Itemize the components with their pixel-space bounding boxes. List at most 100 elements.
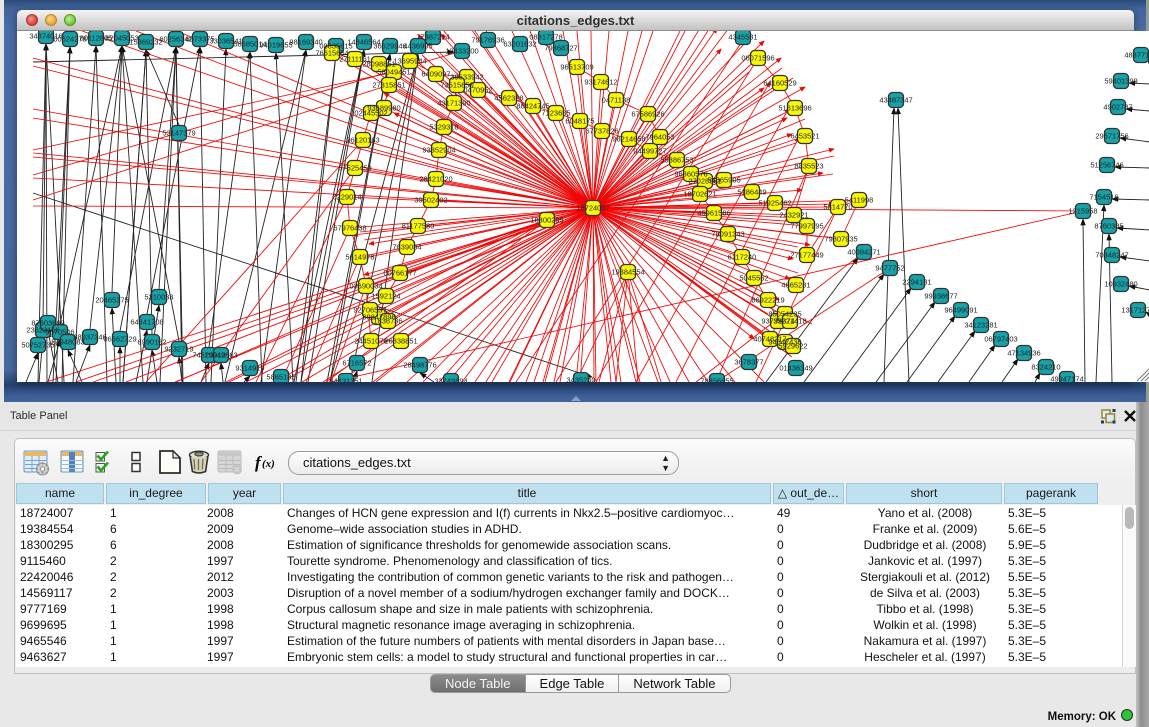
svg-text:98169340: 98169340: [289, 38, 322, 47]
svg-text:67976438: 67976438: [333, 224, 366, 233]
svg-text:43171390: 43171390: [437, 99, 470, 108]
svg-text:1592124: 1592124: [371, 292, 400, 301]
svg-text:33749894: 33749894: [434, 377, 467, 383]
svg-text:33221418: 33221418: [773, 317, 806, 326]
svg-text:19384554: 19384554: [611, 268, 644, 277]
svg-text:54948083: 54948083: [51, 338, 84, 347]
svg-text:00766177: 00766177: [383, 269, 416, 278]
svg-text:18300295: 18300295: [530, 216, 563, 225]
svg-text:67586926: 67586926: [631, 110, 664, 119]
svg-text:77997995: 77997995: [790, 222, 823, 231]
svg-text:67525459: 67525459: [338, 164, 371, 173]
svg-text:87603669: 87603669: [31, 319, 64, 328]
svg-text:5411998: 5411998: [845, 196, 874, 205]
svg-text:13433200: 13433200: [445, 47, 478, 56]
svg-text:51925462: 51925462: [758, 199, 791, 208]
svg-text:47134936: 47134936: [1007, 349, 1040, 358]
svg-text:2294131: 2294131: [902, 278, 931, 287]
svg-text:5045562: 5045562: [739, 274, 768, 283]
svg-text:04499727: 04499727: [633, 147, 666, 156]
svg-text:13695944: 13695944: [393, 57, 426, 66]
svg-text:96120183: 96120183: [346, 136, 379, 145]
svg-text:02445502: 02445502: [354, 109, 387, 118]
svg-text:45961586: 45961586: [697, 209, 730, 218]
svg-text:3435240: 3435240: [566, 376, 595, 383]
svg-text:44431351: 44431351: [329, 377, 362, 383]
svg-text:6990162: 6990162: [137, 338, 166, 347]
svg-text:6409097: 6409097: [421, 70, 450, 79]
svg-text:73515850: 73515850: [440, 81, 473, 90]
svg-text:8835523: 8835523: [794, 162, 823, 171]
svg-text:64641708: 64641708: [130, 318, 163, 327]
svg-text:27315851: 27315851: [372, 81, 405, 90]
svg-text:6048175: 6048175: [565, 117, 594, 126]
svg-text:9314919: 9314919: [235, 364, 264, 373]
svg-text:4345581: 4345581: [728, 33, 757, 42]
svg-text:1836736: 1836736: [373, 317, 402, 326]
svg-text:54665905: 54665905: [707, 176, 740, 185]
svg-text:4865281: 4865281: [781, 281, 810, 290]
svg-text:03690034: 03690034: [349, 282, 382, 291]
svg-text:78091343: 78091343: [711, 230, 744, 239]
svg-text:7839084: 7839084: [392, 243, 421, 252]
svg-text:98214658: 98214658: [612, 135, 645, 144]
svg-text:64160529: 64160529: [763, 79, 796, 88]
svg-text:8324210: 8324210: [1031, 363, 1060, 372]
svg-text:20465375: 20465375: [95, 296, 128, 305]
svg-text:28498776: 28498776: [403, 361, 436, 370]
svg-text:2432921: 2432921: [779, 211, 808, 220]
svg-text:56049451: 56049451: [377, 68, 410, 77]
svg-text:5929622: 5929622: [778, 342, 807, 351]
svg-text:24451076: 24451076: [354, 337, 387, 346]
svg-text:9670546: 9670546: [45, 328, 74, 337]
svg-text:29671756: 29671756: [1095, 132, 1128, 141]
svg-text:27177449: 27177449: [790, 251, 823, 260]
svg-text:51613696: 51613696: [778, 104, 811, 113]
svg-text:5614978: 5614978: [345, 253, 374, 262]
svg-text:78856855: 78856855: [700, 377, 733, 383]
svg-text:01436349: 01436349: [779, 364, 812, 373]
svg-text:49947174: 49947174: [1050, 375, 1083, 383]
svg-text:3678377: 3678377: [734, 358, 763, 367]
svg-text:77387214: 77387214: [416, 33, 449, 42]
svg-text:79807935: 79807935: [824, 235, 857, 244]
svg-text:7964053: 7964053: [645, 133, 674, 142]
svg-text:8760385: 8760385: [1094, 222, 1123, 231]
svg-text:5186449: 5186449: [737, 188, 766, 197]
svg-text:06562729: 06562729: [103, 335, 136, 344]
svg-text:81177589: 81177589: [402, 222, 435, 231]
svg-text:36629946: 36629946: [373, 42, 406, 51]
svg-text:(x): (x): [262, 458, 275, 470]
svg-text:06071596: 06071596: [741, 54, 774, 63]
svg-text:94019655: 94019655: [259, 41, 292, 50]
svg-text:6453521: 6453521: [790, 132, 819, 141]
svg-text:13171274: 13171274: [1121, 306, 1149, 315]
svg-text:0229014: 0229014: [332, 193, 361, 202]
svg-text:19049663: 19049663: [204, 351, 237, 360]
svg-text:5310033: 5310033: [144, 293, 173, 302]
svg-text:26838851: 26838851: [384, 337, 417, 346]
svg-text:92706537: 92706537: [353, 306, 386, 315]
svg-text:5329318: 5329318: [429, 123, 458, 132]
svg-text:96513709: 96513709: [560, 63, 593, 72]
svg-text:7154516: 7154516: [1089, 193, 1118, 202]
svg-text:79176936: 79176936: [471, 36, 504, 45]
svg-text:99938677: 99938677: [924, 292, 957, 301]
svg-text:59401399: 59401399: [1104, 77, 1137, 86]
svg-text:4902787: 4902787: [1103, 103, 1132, 112]
svg-text:53147379: 53147379: [162, 129, 195, 138]
svg-text:9477752: 9477752: [875, 264, 904, 273]
svg-text:40084271: 40084271: [847, 248, 880, 257]
svg-text:18724007: 18724007: [576, 204, 609, 213]
svg-text:15869232: 15869232: [129, 38, 162, 47]
svg-text:34123281: 34123281: [964, 321, 997, 330]
svg-text:39502402: 39502402: [414, 196, 447, 205]
svg-text:10932480: 10932480: [1104, 280, 1137, 289]
svg-text:5865185: 5865185: [266, 373, 295, 382]
svg-text:9232719: 9232719: [164, 345, 193, 354]
svg-text:6117240: 6117240: [728, 253, 757, 262]
svg-text:4436995: 4436995: [403, 42, 432, 51]
svg-text:08317278: 08317278: [529, 33, 562, 42]
svg-text:1215958: 1215958: [1068, 207, 1097, 216]
svg-text:50752735: 50752735: [21, 341, 54, 350]
